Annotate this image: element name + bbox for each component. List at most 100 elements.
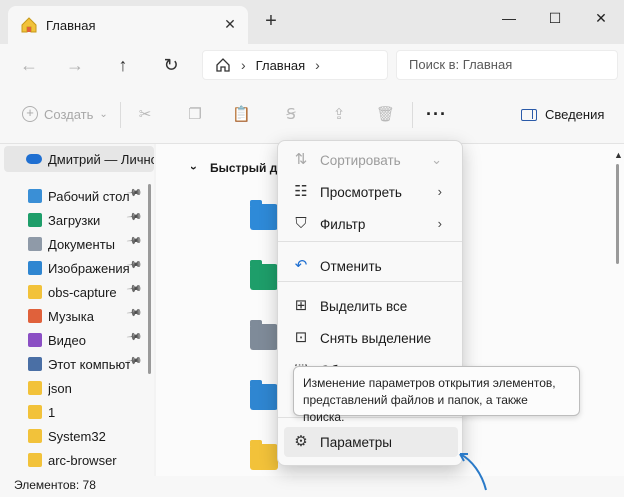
home-icon [21, 17, 37, 33]
scroll-up-icon[interactable]: ▲ [614, 150, 623, 160]
navigation-bar: ← → ↑ ↻ › Главная › Поиск в: Главная [0, 44, 624, 86]
folder-tile-icon[interactable] [250, 320, 278, 350]
folder-tile-icon[interactable] [250, 200, 278, 230]
chevron-right-icon: › [437, 184, 442, 199]
up-arrow-icon[interactable]: ↑ [112, 54, 134, 76]
annotation-arrow-icon [459, 453, 487, 491]
menu-item-label: Отменить [320, 258, 382, 274]
folder-icon [28, 261, 42, 275]
menu-item-select-all[interactable]: ⊞ Выделить все [284, 291, 458, 321]
sidebar-item-label: Этот компьютер [48, 356, 130, 372]
refresh-icon[interactable]: ↻ [160, 54, 182, 76]
sidebar-item[interactable]: Музыка 📌 [28, 304, 148, 328]
sidebar-item-label: Изображения [48, 260, 130, 276]
sidebar-item[interactable]: Этот компьютер📌 [28, 352, 148, 376]
menu-divider [278, 281, 462, 282]
sidebar-item-label: arc-browser [48, 452, 117, 468]
close-window-button[interactable]: ✕ [586, 8, 616, 28]
paste-icon[interactable]: 📋 [232, 106, 251, 124]
tab-title: Главная [46, 17, 96, 33]
gear-icon: ⚙ [294, 433, 308, 450]
sidebar-item-label: 1 [48, 404, 56, 420]
sidebar-item[interactable]: Изображения 📌 [28, 256, 148, 280]
details-label: Сведения [545, 107, 605, 122]
sidebar-item-label: json [48, 380, 72, 396]
sidebar-item[interactable]: Рабочий стол 📌 [28, 184, 148, 208]
menu-item-filter[interactable]: ⛉ Фильтр › [284, 209, 458, 239]
share-icon[interactable]: ⇪ [330, 106, 348, 124]
folder-icon [28, 381, 42, 395]
maximize-button[interactable]: ☐ [540, 8, 570, 28]
sidebar-item[interactable]: obs-capture 📌 [28, 280, 148, 304]
rename-icon[interactable]: Ꞩ [282, 106, 300, 124]
divider [120, 102, 121, 128]
chevron-down-icon: ⌄ [431, 152, 442, 167]
folder-tile-icon[interactable] [250, 260, 278, 290]
content-scrollbar[interactable] [616, 164, 619, 264]
sidebar-scrollbar[interactable] [148, 184, 151, 374]
sidebar-item[interactable]: Загрузки 📌 [28, 208, 148, 232]
sidebar-item-label: Загрузки [48, 212, 101, 228]
chevron-right-icon: › [241, 57, 246, 73]
copy-icon[interactable]: ❐ [186, 106, 204, 124]
select-all-icon: ⊞ [294, 297, 308, 314]
sidebar-item-onedrive[interactable]: Дмитрий — Личное [4, 146, 154, 172]
plus-icon: + [22, 106, 38, 122]
view-icon: ☷ [294, 183, 308, 200]
sidebar-item-label: Рабочий стол [48, 188, 130, 204]
minimize-button[interactable]: — [494, 8, 524, 28]
menu-item-view[interactable]: ☷ Просмотреть › [284, 177, 458, 207]
delete-icon[interactable]: 🗑 [376, 106, 395, 124]
cloud-icon [26, 154, 42, 164]
menu-item-select-none[interactable]: ⊡ Снять выделение [284, 323, 458, 353]
cut-icon[interactable]: ✂ [136, 106, 154, 124]
undo-icon: ↶ [294, 257, 308, 274]
forward-arrow-icon[interactable]: → [64, 54, 86, 76]
details-pane-icon [521, 108, 537, 121]
sidebar-item[interactable]: System32 [28, 424, 148, 448]
sort-icon: ⇅ [294, 151, 308, 168]
menu-item-label: Выделить все [320, 298, 408, 314]
options-tooltip: Изменение параметров открытия элементов,… [293, 366, 580, 424]
menu-item-gear[interactable]: ⚙ Параметры [284, 427, 458, 457]
address-bar[interactable]: › Главная › [202, 50, 388, 80]
chevron-right-icon[interactable]: › [315, 57, 320, 73]
command-bar: + Создать ⌄ ✂ ❐ 📋 Ꞩ ⇪ 🗑 ··· Сведения [0, 86, 624, 144]
folder-icon [28, 213, 42, 227]
folder-icon [28, 309, 42, 323]
sidebar-item[interactable]: arc-browser [28, 448, 148, 472]
sidebar-item-label: Документы [48, 236, 116, 252]
folder-icon [28, 189, 42, 203]
back-arrow-icon[interactable]: ← [18, 54, 40, 76]
new-tab-button[interactable]: + [262, 11, 280, 31]
breadcrumb-home[interactable]: Главная [256, 58, 305, 73]
search-input[interactable]: Поиск в: Главная [396, 50, 618, 80]
details-button[interactable]: Сведения [521, 107, 604, 122]
navigation-pane: Дмитрий — Личное Рабочий стол 📌 Загрузки 📌 Д… [0, 144, 154, 476]
tab-home[interactable]: Главная ✕ [8, 6, 248, 44]
divider [412, 102, 413, 128]
select-none-icon: ⊡ [294, 329, 308, 346]
menu-divider [278, 241, 462, 242]
folder-icon [28, 429, 42, 443]
home-outline-icon [216, 58, 230, 72]
folder-icon [28, 333, 42, 347]
folder-icon [28, 453, 42, 467]
tab-close-icon[interactable]: ✕ [222, 16, 238, 32]
sidebar-item[interactable]: 1 [28, 400, 148, 424]
menu-item-label: Сортировать [320, 152, 401, 168]
sidebar-item[interactable]: Видео 📌 [28, 328, 148, 352]
create-button[interactable]: + Создать ⌄ [22, 106, 108, 122]
menu-item-undo[interactable]: ↶ Отменить [284, 251, 458, 281]
chevron-down-icon: ⌄ [99, 108, 108, 120]
menu-item-sort: ⇅ Сортировать ⌄ [284, 145, 458, 175]
sidebar-item-label: Видео [48, 332, 86, 348]
filter-icon: ⛉ [295, 215, 307, 232]
folder-icon [28, 285, 42, 299]
folder-tile-icon[interactable] [250, 440, 278, 470]
sidebar-item[interactable]: Документы 📌 [28, 232, 148, 256]
sidebar-item[interactable]: json [28, 376, 148, 400]
folder-icon [28, 357, 42, 371]
more-options-button[interactable]: ··· [426, 104, 447, 125]
folder-tile-icon[interactable] [250, 380, 278, 410]
